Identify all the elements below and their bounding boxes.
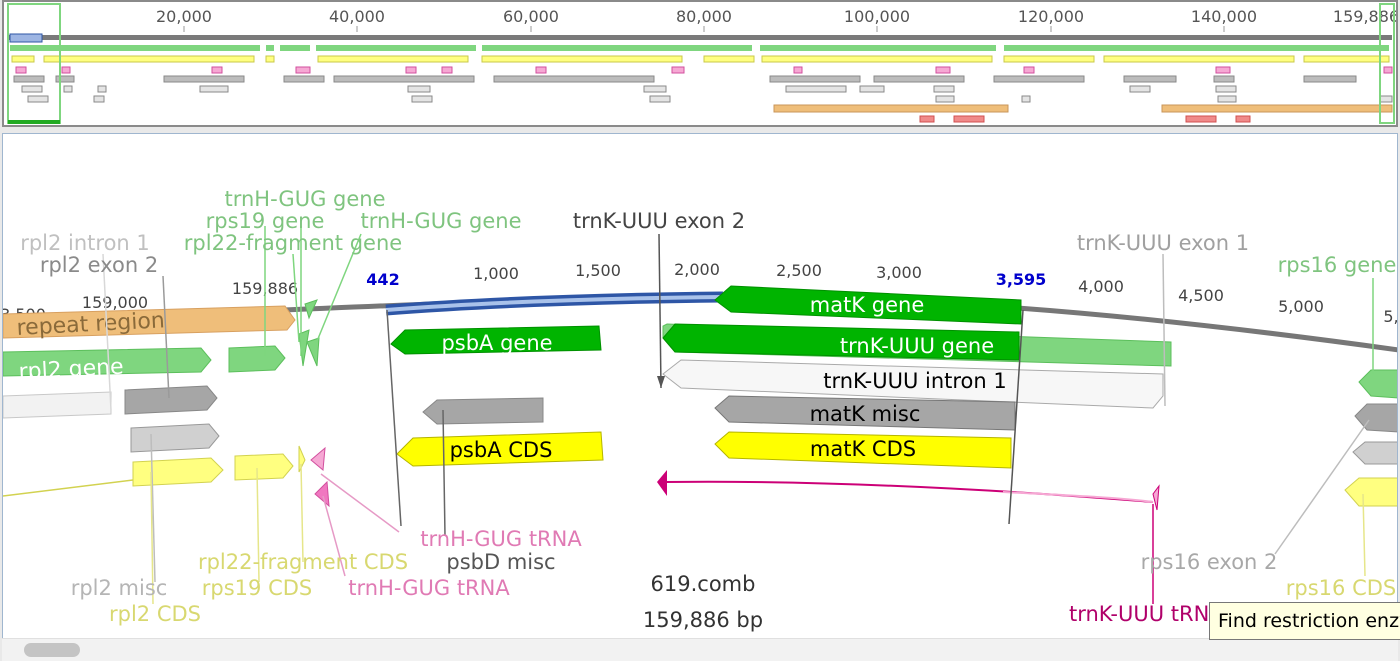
ruler-label: 2,000 <box>674 260 720 279</box>
rpl22-cds-label: rpl22-fragment CDS <box>198 550 408 574</box>
overview-tick: 100,000 <box>844 7 910 26</box>
overview-tick: 40,000 <box>329 7 385 26</box>
psbA-cds-label: psbA CDS <box>450 438 553 462</box>
trnK-exon1-label: trnK-UUU exon 1 <box>1077 231 1249 255</box>
trnK-intron-label: trnK-UUU intron 1 <box>823 369 1006 393</box>
ruler-start-marker: 442 <box>366 270 399 289</box>
matK-gene-label: matK gene <box>810 293 925 317</box>
ruler-label: 1,000 <box>473 264 519 283</box>
trnH-trna-label-2: trnH-GUG tRNA <box>348 576 510 600</box>
overview-tick: 80,000 <box>676 7 732 26</box>
trnH-gene-label: trnH-GUG gene <box>224 187 385 211</box>
trnH-trna-feature <box>310 446 326 471</box>
rpl22-gene-label: rpl22-fragment gene <box>184 231 402 255</box>
overview-repeat-region <box>1161 104 1393 113</box>
ruler-label: 3,000 <box>876 263 922 282</box>
trnH-gene-label-2: trnH-GUG gene <box>360 209 521 233</box>
overview-viewport-left <box>7 3 61 124</box>
ruler-label: 4,000 <box>1078 277 1124 296</box>
trnK-trna-label: trnK-UUU tRNA <box>1069 602 1224 626</box>
rpl2-exon-label: rpl2 exon 2 <box>40 253 158 277</box>
rpl2-cds-feature <box>132 457 224 487</box>
overview-repeat-region <box>773 104 1009 113</box>
ruler-label: 2,500 <box>776 261 822 280</box>
sequence-name: 619.comb <box>651 572 756 596</box>
ruler-label: 4,500 <box>1178 286 1224 305</box>
overview-tick: 140,000 <box>1191 7 1257 26</box>
scrollbar-thumb[interactable] <box>24 643 80 657</box>
ruler-end-marker: 3,595 <box>996 270 1047 289</box>
rps19-gene-feature <box>228 345 286 373</box>
rps16-cds-label: rps16 CDS <box>1286 576 1396 600</box>
ruler-label: 5, <box>1383 307 1398 326</box>
rpl2-intron-label: rpl2 intron 1 <box>20 231 150 255</box>
rps19-cds-feature <box>234 453 294 481</box>
trnK-exon2-label: trnK-UUU exon 2 <box>573 209 745 233</box>
ruler-label: 5,000 <box>1278 297 1324 316</box>
psbD-misc-label: psbD misc <box>446 550 555 574</box>
horizontal-scrollbar[interactable] <box>2 638 1398 661</box>
overview-tick: 159,886 <box>1333 7 1396 26</box>
sequence-length: 159,886 bp <box>643 608 763 632</box>
tooltip: Find restriction enzymes <box>1209 602 1400 640</box>
rpl2-misc-feature <box>130 423 220 453</box>
trnH-trna-label: trnH-GUG tRNA <box>420 527 582 551</box>
matK-misc-label: matK misc <box>810 402 921 426</box>
sequence-view[interactable]: 3,500 159,000 159,886 442 1,000 1,500 2,… <box>2 133 1398 660</box>
psbD-misc-feature <box>422 397 544 425</box>
rps19-cds-label: rps19 CDS <box>202 576 312 600</box>
rpl2-intron-feature <box>3 391 112 419</box>
overview-tick: 120,000 <box>1018 7 1084 26</box>
rps19-gene-label: rps19 gene <box>206 209 325 233</box>
rps16-gene-label: rps16 gene <box>1278 253 1397 277</box>
trnH-trna-feature <box>314 480 330 508</box>
overview-sequence-bar <box>8 35 1392 40</box>
rps16-exon2-label: rps16 exon 2 <box>1141 550 1278 574</box>
matK-cds-label: matK CDS <box>810 437 916 461</box>
overview-tick: 20,000 <box>156 7 212 26</box>
trnK-trna-feature <box>657 470 667 496</box>
rpl2-cds-label: rpl2 CDS <box>109 602 201 626</box>
overview-selection-marker <box>9 33 43 43</box>
psbA-gene-label: psbA gene <box>441 331 552 355</box>
overview-tick: 60,000 <box>503 7 559 26</box>
trnK-gene-label: trnK-UUU gene <box>840 334 994 358</box>
rpl2-misc-label: rpl2 misc <box>71 576 168 600</box>
overview-map: 20,000 40,000 60,000 80,000 100,000 120,… <box>7 3 1396 124</box>
sequence-map: 3,500 159,000 159,886 442 1,000 1,500 2,… <box>3 187 1398 632</box>
ruler-label: 1,500 <box>575 261 621 280</box>
sequence-overview[interactable]: 20,000 40,000 60,000 80,000 100,000 120,… <box>2 0 1398 127</box>
rpl2-exon-feature <box>124 385 218 415</box>
